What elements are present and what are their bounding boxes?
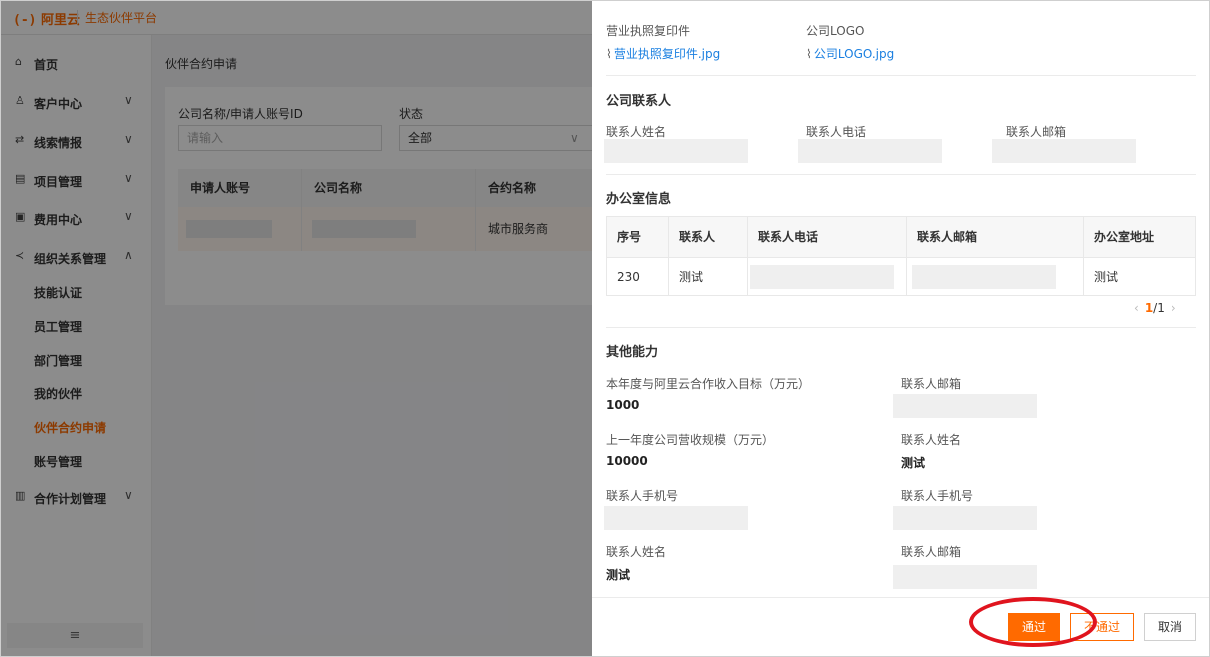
contact-phone-label: 联系人电话: [806, 125, 867, 139]
redacted-contact-email-2: [893, 565, 1037, 589]
license-label: 营业执照复印件: [606, 24, 691, 38]
other-email-label: 联系人邮箱: [901, 377, 962, 391]
pagination-current: 1: [1144, 301, 1154, 315]
redacted-contact-name: [604, 139, 748, 163]
redacted-block: [912, 265, 1056, 289]
contact-name-label-2: 联系人姓名: [606, 545, 667, 559]
office-table-header: 序号 联系人 联系人电话 联系人邮箱 办公室地址: [607, 217, 1195, 257]
redacted-other-mobile: [893, 506, 1037, 530]
pagination: ‹ 1/1 ›: [1128, 301, 1182, 315]
cell-index: 230: [607, 258, 669, 296]
logo-label: 公司LOGO: [806, 24, 865, 38]
logo-file-link[interactable]: ⌇ 公司LOGO.jpg: [806, 45, 894, 62]
other-mobile-label: 联系人手机号: [901, 489, 974, 503]
column-header-address: 办公室地址: [1094, 230, 1155, 244]
footer-divider: [592, 597, 1209, 598]
revenue-target-label: 本年度与阿里云合作收入目标（万元）: [606, 377, 811, 391]
other-contact-name-label: 联系人姓名: [901, 433, 962, 447]
cell-contact: 测试: [669, 258, 748, 296]
redacted-mobile: [604, 506, 748, 530]
highlight-annotation-ring: [969, 597, 1097, 647]
chevron-right-icon[interactable]: ›: [1171, 301, 1176, 315]
pagination-total: /1: [1153, 301, 1165, 315]
revenue-scale-value: 10000: [606, 454, 648, 468]
chevron-left-icon[interactable]: ‹: [1134, 301, 1139, 315]
other-section-title: 其他能力: [606, 345, 659, 360]
other-contact-name-value: 测试: [901, 456, 926, 470]
redacted-contact-email: [992, 139, 1136, 163]
revenue-scale-label: 上一年度公司营收规模（万元）: [606, 433, 775, 447]
column-header-phone: 联系人电话: [748, 217, 907, 257]
contact-email-label: 联系人邮箱: [1006, 125, 1067, 139]
cell-email: [907, 258, 1084, 296]
modal-backdrop[interactable]: [1, 1, 592, 656]
application-detail-drawer: 营业执照复印件 ⌇ 营业执照复印件.jpg 公司LOGO ⌇ 公司LOGO.jpg …: [592, 1, 1209, 656]
paperclip-icon: ⌇: [606, 47, 612, 61]
redacted-contact-phone: [798, 139, 942, 163]
office-table: 序号 联系人 联系人电话 联系人邮箱 办公室地址 230 测试 测试: [606, 216, 1196, 296]
office-section-title: 办公室信息: [606, 192, 672, 207]
divider: [606, 327, 1196, 328]
column-header-contact: 联系人: [669, 217, 748, 257]
license-file-name: 营业执照复印件.jpg: [613, 47, 721, 61]
cell-phone: [748, 258, 907, 296]
redacted-other-email: [893, 394, 1037, 418]
contact-email-label-2: 联系人邮箱: [901, 545, 962, 559]
app-window: (-) 阿里云 生态伙伴平台 ⌂ 首页 ♙ 客户中心 ∨ ⇄ 线索情报 ∨ ▤ …: [0, 0, 1210, 657]
revenue-target-value: 1000: [606, 398, 640, 412]
redacted-block: [750, 265, 894, 289]
column-header-index: 序号: [607, 217, 669, 257]
paperclip-icon: ⌇: [806, 47, 812, 61]
cell-address: 测试: [1094, 270, 1119, 284]
column-header-email: 联系人邮箱: [907, 217, 1084, 257]
divider: [606, 174, 1196, 175]
divider: [606, 75, 1196, 76]
contact-name-label: 联系人姓名: [606, 125, 667, 139]
table-row[interactable]: 230 测试 测试: [607, 257, 1195, 296]
contact-section-title: 公司联系人: [606, 94, 672, 109]
license-file-link[interactable]: ⌇ 营业执照复印件.jpg: [606, 45, 720, 62]
cancel-button[interactable]: 取消: [1144, 613, 1196, 641]
contact-name-value-2: 测试: [606, 568, 631, 582]
logo-file-name: 公司LOGO.jpg: [813, 47, 895, 61]
mobile-label: 联系人手机号: [606, 489, 679, 503]
